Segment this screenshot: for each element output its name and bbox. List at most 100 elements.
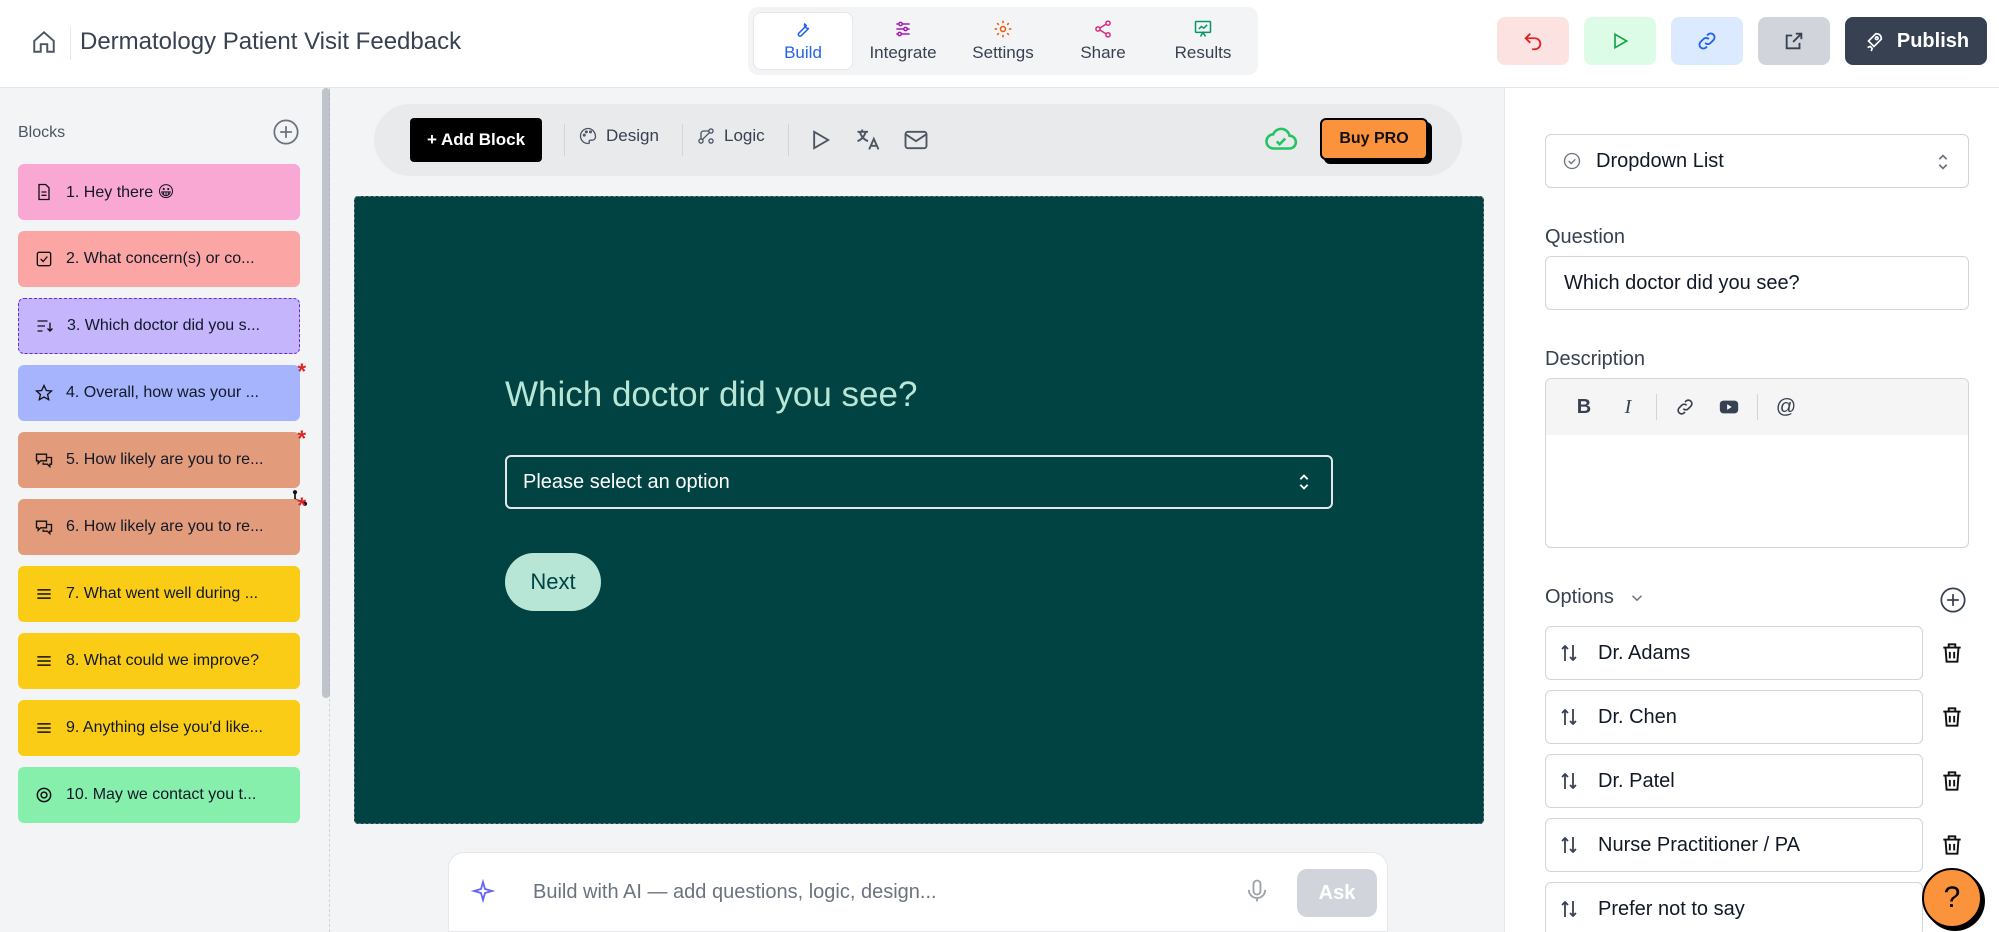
logic-button[interactable]: Logic — [696, 126, 765, 146]
add-block-plus-icon[interactable] — [272, 118, 300, 146]
block-type-select[interactable]: Dropdown List — [1545, 134, 1969, 188]
open-external-button[interactable] — [1758, 17, 1830, 65]
block-item-2[interactable]: 2. What concern(s) or co... — [18, 231, 300, 287]
text-lines-icon — [37, 656, 51, 666]
radio-circle-icon — [36, 787, 52, 803]
block-label: 1. Hey there 😀 — [66, 184, 175, 201]
block-settings-panel: Dropdown List Question Which doctor did … — [1504, 88, 1999, 932]
tab-integrate-label: Integrate — [869, 43, 937, 62]
insert-link-button[interactable] — [1663, 389, 1707, 425]
sliders-icon — [896, 21, 910, 37]
microphone-icon[interactable] — [1243, 877, 1271, 905]
block-item-8[interactable]: 8. What could we improve? — [18, 633, 300, 689]
rich-text-toolbar: B I @ — [1546, 379, 1968, 435]
toolbar-divider — [1656, 394, 1657, 420]
tab-integrate[interactable]: Integrate — [853, 12, 953, 70]
home-button[interactable] — [26, 24, 62, 60]
tab-build[interactable]: Build — [753, 12, 853, 70]
tab-results[interactable]: Results — [1153, 12, 1253, 70]
add-block-button[interactable]: + Add Block — [410, 118, 542, 162]
chat-bubbles-icon — [35, 520, 53, 536]
tab-build-label: Build — [784, 43, 822, 62]
next-button[interactable]: Next — [505, 553, 601, 611]
block-item-7[interactable]: 7. What went well during ... — [18, 566, 300, 622]
link-icon — [1698, 32, 1716, 50]
editor-toolbar: + Add Block Design Logic Buy PRO — [374, 104, 1462, 176]
sidebar-scrollbar[interactable] — [322, 88, 330, 698]
option-input[interactable]: Dr. Chen — [1545, 690, 1923, 744]
mail-icon[interactable] — [902, 126, 930, 154]
ai-assistant-bar: Build with AI — add questions, logic, de… — [448, 852, 1388, 932]
question-label: Question — [1545, 226, 1626, 248]
sparkle-icon — [471, 879, 495, 903]
italic-button[interactable]: I — [1606, 389, 1650, 425]
main-tabs: Build Integrate Settings Share Results — [748, 7, 1258, 75]
option-input[interactable]: Dr. Patel — [1545, 754, 1923, 808]
block-label: 6. How likely are you to re... — [66, 518, 264, 535]
question-input[interactable]: Which doctor did you see? — [1545, 256, 1969, 310]
block-item-9[interactable]: 9. Anything else you'd like... — [18, 700, 300, 756]
buy-pro-button[interactable]: Buy PRO — [1320, 118, 1428, 160]
question-title[interactable]: Which doctor did you see? — [505, 375, 917, 415]
undo-button[interactable] — [1497, 17, 1569, 65]
reorder-arrows-icon[interactable] — [1557, 833, 1581, 857]
ai-input[interactable]: Build with AI — add questions, logic, de… — [533, 881, 937, 904]
trash-icon[interactable] — [1939, 704, 1965, 730]
publish-label: Publish — [1896, 29, 1970, 52]
dropdown-placeholder: Please select an option — [523, 470, 730, 493]
block-item-5[interactable]: 5. How likely are you to re... * — [18, 426, 306, 488]
trash-icon[interactable] — [1939, 768, 1965, 794]
chart-board-icon — [1194, 20, 1212, 37]
block-label: 7. What went well during ... — [66, 585, 259, 602]
trash-icon[interactable] — [1939, 832, 1965, 858]
undo-icon — [1524, 33, 1542, 51]
design-button[interactable]: Design — [578, 126, 659, 146]
block-label: 4. Overall, how was your ... — [66, 384, 259, 401]
check-circle-icon — [1563, 152, 1581, 170]
wrench-icon — [797, 22, 810, 37]
option-input[interactable]: Nurse Practitioner / PA — [1545, 818, 1923, 872]
toolbar-divider — [682, 124, 683, 156]
header-divider — [70, 26, 71, 60]
blocks-heading: Blocks — [18, 124, 66, 141]
insert-video-button[interactable] — [1707, 389, 1751, 425]
reorder-arrows-icon[interactable] — [1557, 641, 1581, 665]
block-label: 5. How likely are you to re... — [66, 451, 264, 468]
translate-icon[interactable] — [854, 126, 882, 154]
option-row: Dr. Adams — [1545, 626, 1999, 680]
copy-link-button[interactable] — [1671, 17, 1743, 65]
option-input[interactable]: Prefer not to say — [1545, 882, 1923, 932]
required-asterisk: * — [297, 493, 306, 518]
publish-button[interactable]: Publish — [1845, 17, 1987, 65]
tab-settings[interactable]: Settings — [953, 12, 1053, 70]
form-preview-canvas: Which doctor did you see? Please select … — [354, 196, 1484, 824]
reorder-arrows-icon[interactable] — [1557, 897, 1581, 921]
blocks-sidebar: Blocks 1. Hey there 😀 2. What concern(s)… — [0, 88, 330, 932]
toolbar-divider — [564, 124, 565, 156]
trash-icon[interactable] — [1939, 640, 1965, 666]
preview-dropdown[interactable]: Please select an option — [505, 455, 1333, 509]
play-preview-icon[interactable] — [806, 126, 834, 154]
add-option-plus-icon[interactable] — [1939, 586, 1967, 614]
block-item-4[interactable]: 4. Overall, how was your ... * — [18, 359, 306, 421]
tab-results-label: Results — [1174, 43, 1232, 62]
block-item-10[interactable]: 10. May we contact you t... — [18, 767, 300, 823]
form-title[interactable]: Dermatology Patient Visit Feedback — [80, 26, 461, 58]
bold-button[interactable]: B — [1562, 389, 1606, 425]
mention-button[interactable]: @ — [1764, 389, 1808, 425]
chevron-down-icon — [1631, 594, 1642, 601]
block-item-1[interactable]: 1. Hey there 😀 — [18, 164, 300, 220]
block-item-3-selected[interactable]: 3. Which doctor did you s... — [18, 298, 300, 354]
help-button[interactable]: ? — [1922, 868, 1982, 928]
preview-button[interactable] — [1584, 17, 1656, 65]
options-toggle[interactable]: Options — [1545, 586, 1646, 609]
ask-button[interactable]: Ask — [1297, 869, 1377, 917]
description-editor[interactable]: B I @ — [1545, 378, 1969, 548]
option-row: Nurse Practitioner / PA — [1545, 818, 1999, 872]
block-item-6[interactable]: 6. How likely are you to re... * — [18, 493, 306, 555]
tab-share[interactable]: Share — [1053, 12, 1153, 70]
reorder-arrows-icon[interactable] — [1557, 769, 1581, 793]
reorder-arrows-icon[interactable] — [1557, 705, 1581, 729]
description-label: Description — [1545, 348, 1646, 370]
option-input[interactable]: Dr. Adams — [1545, 626, 1923, 680]
